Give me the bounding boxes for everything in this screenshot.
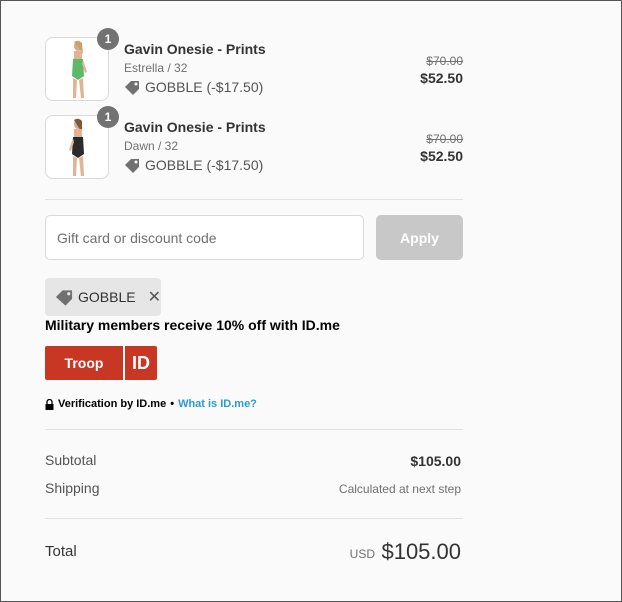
line-item: 1 Gavin Onesie - Prints Estrella / 32 GO… xyxy=(45,28,463,101)
original-price: $70.00 xyxy=(426,132,463,146)
close-icon[interactable]: ✕ xyxy=(148,287,161,307)
final-price: $52.50 xyxy=(420,148,463,164)
total-amount: $105.00 xyxy=(381,539,461,564)
troop-label: Troop xyxy=(64,355,104,371)
military-offer-text: Military members receive 10% off with ID… xyxy=(45,317,340,333)
product-variant: Estrella / 32 xyxy=(124,61,188,75)
divider xyxy=(45,518,463,519)
tag-icon xyxy=(125,80,139,95)
swimsuit-model-image xyxy=(69,118,84,176)
tag-icon xyxy=(55,289,73,306)
item-discount-label: GOBBLE (-$17.50) xyxy=(145,157,264,173)
item-discount: GOBBLE (-$17.50) xyxy=(124,157,263,173)
shipping-value: Calculated at next step xyxy=(338,482,461,496)
subtotal-label: Subtotal xyxy=(45,452,97,468)
product-variant: Dawn / 32 xyxy=(124,139,179,153)
product-name: Gavin Onesie - Prints xyxy=(124,41,266,57)
idme-logo-text: ID xyxy=(132,353,150,373)
subtotal-value: $105.00 xyxy=(410,453,461,469)
divider xyxy=(45,199,463,200)
divider xyxy=(45,429,463,430)
applied-discount-label: GOBBLE xyxy=(78,289,136,305)
total-label: Total xyxy=(45,543,77,560)
swimsuit-model-image xyxy=(72,40,87,98)
idme-troop-button[interactable]: Troop ID xyxy=(45,346,157,380)
what-is-idme-link[interactable]: What is ID.me? xyxy=(178,398,257,410)
bullet-separator: • xyxy=(170,398,175,410)
applied-discount-chip: GOBBLE ✕ xyxy=(45,278,161,316)
final-price: $52.50 xyxy=(420,70,463,86)
item-discount-label: GOBBLE (-$17.50) xyxy=(145,79,264,95)
discount-code-input[interactable] xyxy=(45,215,364,260)
product-name: Gavin Onesie - Prints xyxy=(124,119,266,135)
quantity-badge: 1 xyxy=(97,28,119,50)
shipping-label: Shipping xyxy=(45,480,100,496)
line-item: 1 Gavin Onesie - Prints Dawn / 32 GOBBLE… xyxy=(45,106,463,179)
order-summary-panel: 1 Gavin Onesie - Prints Estrella / 32 GO… xyxy=(0,0,622,602)
item-discount: GOBBLE (-$17.50) xyxy=(124,79,263,95)
lock-icon xyxy=(45,398,54,410)
original-price: $70.00 xyxy=(426,54,463,68)
verification-line: Verification by ID.me • What is ID.me? xyxy=(45,398,257,410)
tag-icon xyxy=(125,158,139,173)
currency-code: USD xyxy=(349,547,375,561)
apply-button[interactable]: Apply xyxy=(376,215,463,260)
verification-text: Verification by ID.me xyxy=(58,398,167,410)
quantity-badge: 1 xyxy=(97,106,119,128)
